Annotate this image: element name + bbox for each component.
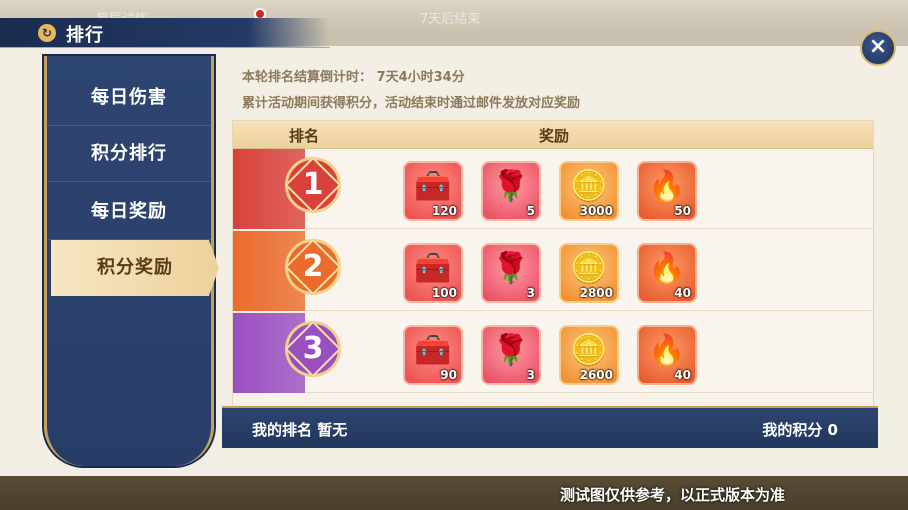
column-reward: 奖励 [539,127,570,145]
table-header: 排名 奖励 [233,121,873,149]
item-quantity: 3 [526,368,535,382]
ingot-reward-item[interactable]: 🪙 2800 [559,243,619,303]
my-status-bar: 我的排名 暂无 我的积分 0 [222,406,878,448]
chest-reward-item[interactable]: 🧰 100 [403,243,463,303]
ingot-icon: 🪙 [570,333,608,368]
ingot-icon: 🪙 [570,169,608,204]
chest-icon: 🧰 [414,169,452,204]
flower-icon: 🌹 [492,169,530,204]
coin-icon: 🔥 [648,169,686,204]
ingot-reward-item[interactable]: 🪙 2600 [559,325,619,385]
page-title: 排行 [66,25,104,46]
chest-icon: 🧰 [414,333,452,368]
rank-number: 2 [302,249,324,284]
rank-number: 3 [302,331,324,366]
item-quantity: 3000 [579,204,613,218]
chest-reward-item[interactable]: 🧰 90 [403,325,463,385]
reward-description: 累计活动期间获得积分，活动结束时通过邮件发放对应奖励 [242,96,581,111]
rank-badge: 3 [284,320,342,378]
item-quantity: 100 [431,286,457,300]
reward-table: 排名 奖励 1 🧰 120 🌹 5 🪙 3000 🔥 50 2 🧰 100 🌹 3 🪙 2800 🔥 40 3 🧰 90… [232,120,874,420]
my-score: 我的积分 0 [762,421,838,439]
reward-row: 2 🧰 100 🌹 3 🪙 2800 🔥 40 [233,231,873,311]
item-quantity: 2600 [579,368,613,382]
my-rank: 我的排名 暂无 [252,421,348,439]
ingot-icon: 🪙 [570,251,608,286]
coin-icon: 🔥 [648,251,686,286]
sidebar-item-score-ranking[interactable]: 积分排行 [47,126,211,182]
rank-badge: 1 [284,156,342,214]
coin-reward-item[interactable]: 🔥 50 [637,161,697,221]
return-icon[interactable]: ↻ [38,24,56,42]
flower-icon: 🌹 [492,251,530,286]
column-rank: 排名 [289,127,320,145]
ingot-reward-item[interactable]: 🪙 3000 [559,161,619,221]
item-quantity: 50 [674,204,691,218]
flower-reward-item[interactable]: 🌹 3 [481,243,541,303]
item-quantity: 5 [526,204,535,218]
background-event-timer: 7天后结束 [420,12,481,27]
reward-row: 3 🧰 90 🌹 3 🪙 2600 🔥 40 [233,313,873,393]
sidebar-item-daily-reward[interactable]: 每日奖励 [47,184,211,240]
item-quantity: 40 [674,368,691,382]
item-quantity: 3 [526,286,535,300]
item-quantity: 40 [674,286,691,300]
disclaimer-watermark: 测试图仅供参考，以正式版本为准 [560,486,786,504]
settlement-countdown: 本轮排名结算倒计时： 7天4小时34分 [242,70,465,85]
flower-reward-item[interactable]: 🌹 5 [481,161,541,221]
item-quantity: 90 [440,368,457,382]
chest-icon: 🧰 [414,251,452,286]
flower-icon: 🌹 [492,333,530,368]
coin-reward-item[interactable]: 🔥 40 [637,243,697,303]
item-quantity: 120 [431,204,457,218]
sidebar: 每日伤害 积分排行 每日奖励 积分奖励 [44,56,219,466]
flower-reward-item[interactable]: 🌹 3 [481,325,541,385]
reward-row: 1 🧰 120 🌹 5 🪙 3000 🔥 50 [233,149,873,229]
chest-reward-item[interactable]: 🧰 120 [403,161,463,221]
rank-number: 1 [302,167,324,202]
item-quantity: 2800 [579,286,613,300]
close-button[interactable]: × [860,30,896,66]
rank-badge: 2 [284,238,342,296]
sidebar-item-score-reward[interactable]: 积分奖励 [51,240,219,296]
coin-reward-item[interactable]: 🔥 40 [637,325,697,385]
coin-icon: 🔥 [648,333,686,368]
sidebar-item-daily-damage[interactable]: 每日伤害 [47,70,211,126]
